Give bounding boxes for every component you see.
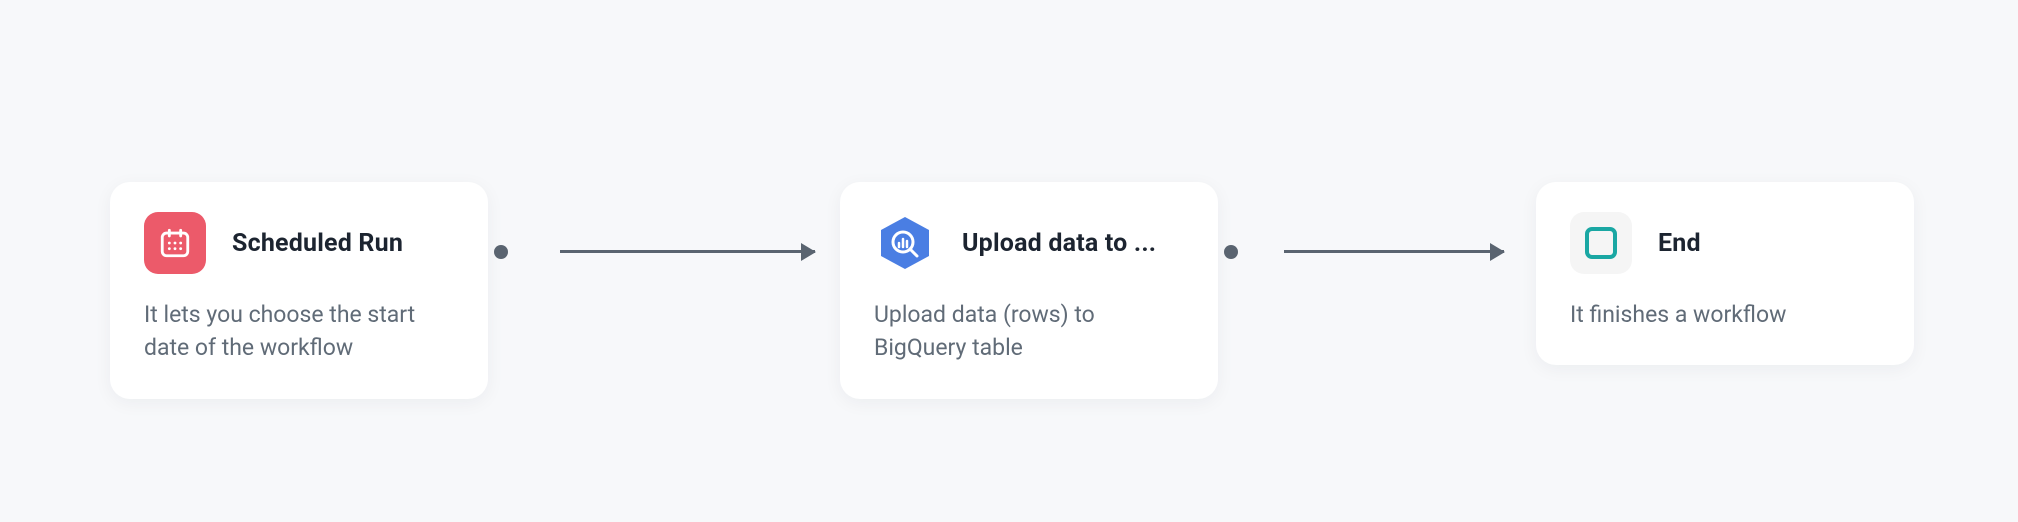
output-port[interactable] <box>494 245 508 259</box>
node-end[interactable]: End It finishes a workflow <box>1536 182 1914 365</box>
output-port[interactable] <box>1224 245 1238 259</box>
node-header: Upload data to ... <box>874 212 1184 274</box>
edge-arrow <box>560 250 815 253</box>
node-description: It finishes a workflow <box>1570 298 1880 331</box>
node-upload-data[interactable]: Upload data to ... Upload data (rows) to… <box>840 182 1218 399</box>
node-title: Scheduled Run <box>232 229 403 258</box>
edge-arrow <box>1284 250 1504 253</box>
end-square-icon <box>1570 212 1632 274</box>
node-header: End <box>1570 212 1880 274</box>
calendar-icon <box>144 212 206 274</box>
bigquery-icon <box>874 212 936 274</box>
workflow-canvas[interactable]: Scheduled Run It lets you choose the sta… <box>0 0 2018 522</box>
node-title: Upload data to ... <box>962 229 1156 258</box>
node-scheduled-run[interactable]: Scheduled Run It lets you choose the sta… <box>110 182 488 399</box>
node-description: It lets you choose the start date of the… <box>144 298 454 365</box>
node-description: Upload data (rows) to BigQuery table <box>874 298 1184 365</box>
node-header: Scheduled Run <box>144 212 454 274</box>
node-title: End <box>1658 229 1701 258</box>
